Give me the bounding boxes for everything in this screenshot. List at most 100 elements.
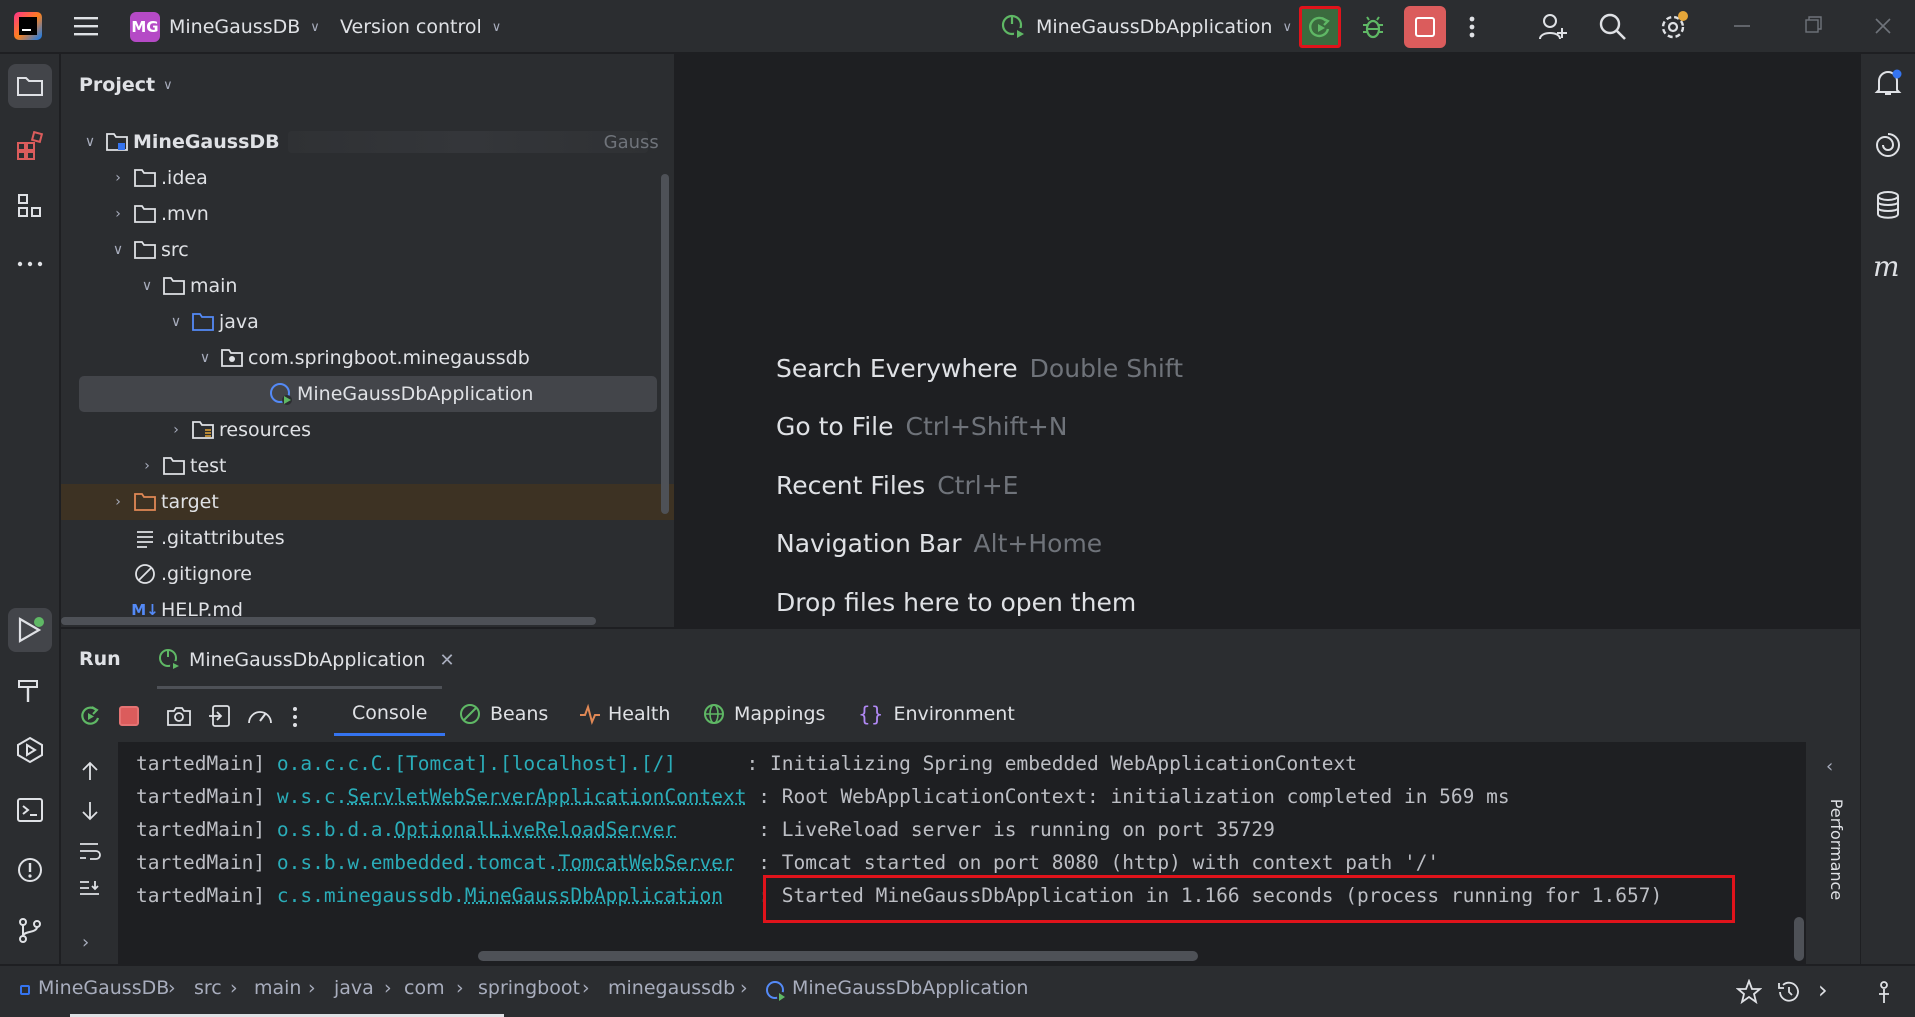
- status-bar: MineGaussDB › src › main › java › com › …: [0, 965, 1915, 1017]
- run-config-selector[interactable]: MineGaussDbApplication ∨: [1000, 11, 1292, 43]
- tree-item-gitignore[interactable]: .gitignore: [61, 556, 675, 592]
- tree-item-gitattributes[interactable]: .gitattributes: [61, 520, 675, 556]
- database-button[interactable]: [1873, 190, 1903, 220]
- tree-item-main-class[interactable]: MineGaussDbApplication: [79, 376, 657, 412]
- rerun-console-button[interactable]: [78, 704, 102, 728]
- breadcrumb-item[interactable]: com: [404, 977, 445, 999]
- vertical-scrollbar[interactable]: [661, 174, 669, 514]
- chevron-right-icon[interactable]: ›: [82, 932, 89, 953]
- wrap-icon: [78, 840, 102, 862]
- more-vertical-icon: [1462, 12, 1482, 42]
- breadcrumb-item[interactable]: src: [194, 977, 222, 999]
- updates-button[interactable]: [1776, 979, 1802, 1005]
- console-vertical-scrollbar[interactable]: [1794, 917, 1804, 961]
- logger-class-link[interactable]: OptionalLiveReloadServer: [394, 818, 676, 841]
- screenshot-button[interactable]: [166, 704, 192, 728]
- spring-boot-class-icon: [269, 382, 293, 406]
- tree-item-idea[interactable]: › .idea: [61, 160, 675, 196]
- tab-mappings[interactable]: Mappings: [702, 692, 825, 736]
- code-with-me-button[interactable]: [1538, 12, 1568, 42]
- restore-layout-button[interactable]: [207, 703, 233, 729]
- tree-item-target[interactable]: › target: [61, 484, 675, 520]
- scroll-down-button[interactable]: [80, 800, 100, 822]
- chevron-down-icon: ∨: [111, 242, 125, 258]
- minimize-button[interactable]: [1728, 14, 1758, 38]
- more-run-actions-button[interactable]: [288, 705, 302, 729]
- inspection-widget[interactable]: [1874, 979, 1894, 1005]
- chevron-left-icon[interactable]: ‹: [1826, 756, 1833, 777]
- project-view-selector[interactable]: Project ∨: [79, 74, 173, 96]
- chevron-right-icon[interactable]: ›: [1818, 976, 1828, 1004]
- logger-class-link[interactable]: MineGaussDbApplication: [465, 884, 723, 907]
- console-line: tartedMain] o.s.b.w.embedded.tomcat.Tomc…: [136, 851, 1439, 874]
- stop-button[interactable]: [1404, 6, 1446, 48]
- close-window-button[interactable]: [1868, 14, 1898, 38]
- scroll-up-button[interactable]: [80, 760, 100, 782]
- tree-item-package[interactable]: ∨ com.springboot.minegaussdb: [61, 340, 675, 376]
- vcs-widget[interactable]: Version control ∨: [340, 11, 501, 43]
- search-button[interactable]: [1598, 12, 1628, 42]
- tab-beans[interactable]: Beans: [458, 692, 548, 736]
- terminal-tool-button[interactable]: [8, 788, 52, 832]
- soft-wrap-button[interactable]: [78, 840, 102, 862]
- tree-item-src[interactable]: ∨ src: [61, 232, 675, 268]
- tree-item-java[interactable]: ∨ java: [61, 304, 675, 340]
- tab-health[interactable]: Health: [578, 692, 670, 736]
- problems-tool-button[interactable]: [8, 848, 52, 892]
- plugins-tool-button[interactable]: [8, 124, 52, 168]
- project-tool-button[interactable]: [8, 64, 52, 108]
- tree-item-test[interactable]: › test: [61, 448, 675, 484]
- breadcrumb-item[interactable]: MineGaussDbApplication: [792, 977, 1028, 999]
- tree-item-main[interactable]: ∨ main: [61, 268, 675, 304]
- run-tab[interactable]: MineGaussDbApplication ✕: [157, 642, 455, 678]
- tree-item-mvn[interactable]: › .mvn: [61, 196, 675, 232]
- maximize-button[interactable]: [1798, 14, 1828, 38]
- close-icon[interactable]: ✕: [439, 650, 454, 671]
- logger-class-link[interactable]: TomcatWebServer: [559, 851, 735, 874]
- structure-tool-button[interactable]: [8, 184, 52, 228]
- history-icon: [1776, 979, 1802, 1005]
- logger: o.a.c.c.C.[Tomcat].[localhost].[/]: [277, 752, 676, 775]
- tree-item-root[interactable]: ∨ MineGaussDB Gauss: [61, 124, 675, 160]
- logger-class-link[interactable]: ServletWebServerApplicationContext: [347, 785, 746, 808]
- horizontal-scrollbar[interactable]: [61, 617, 596, 625]
- stop-console-button[interactable]: [119, 706, 139, 726]
- more-tools-button[interactable]: [8, 242, 52, 286]
- debug-button[interactable]: [1356, 10, 1390, 44]
- chevron-down-icon: ∨: [198, 350, 212, 366]
- performance-label[interactable]: Performance: [1827, 799, 1846, 900]
- console-output[interactable]: tartedMain] o.a.c.c.C.[Tomcat].[localhos…: [118, 742, 1806, 964]
- favorites-button[interactable]: [1736, 979, 1762, 1005]
- breadcrumb-item[interactable]: main: [254, 977, 301, 999]
- breadcrumb-item[interactable]: MineGaussDB: [38, 977, 169, 999]
- profiler-button[interactable]: [246, 703, 274, 729]
- more-actions-button[interactable]: [1462, 12, 1482, 42]
- build-tool-button[interactable]: [8, 668, 52, 712]
- rerun-button[interactable]: [1299, 6, 1341, 48]
- tab-environment[interactable]: {} Environment: [858, 692, 1015, 736]
- ai-assistant-button[interactable]: [1873, 130, 1903, 160]
- ai-spiral-icon: [1873, 130, 1903, 160]
- stop-icon: [1415, 17, 1435, 37]
- git-tool-button[interactable]: [8, 908, 52, 952]
- exit-icon: [207, 703, 233, 729]
- logger: o.s.b.w.embedded.tomcat.: [277, 851, 559, 874]
- notifications-button[interactable]: [1873, 68, 1903, 98]
- services-tool-button[interactable]: [8, 728, 52, 772]
- breadcrumb-item[interactable]: minegaussdb: [608, 977, 735, 999]
- hint-action: Navigation Bar: [776, 529, 962, 558]
- main-menu-icon[interactable]: [74, 14, 100, 38]
- settings-button[interactable]: [1658, 10, 1690, 42]
- scroll-to-end-button[interactable]: [78, 878, 102, 900]
- tree-item-resources[interactable]: › resources: [61, 412, 675, 448]
- console-horizontal-scrollbar[interactable]: [478, 951, 1198, 961]
- run-tool-button[interactable]: [8, 608, 52, 652]
- maven-m-icon[interactable]: m: [1873, 250, 1903, 284]
- structure-icon: [16, 192, 44, 220]
- intellij-logo-icon[interactable]: [14, 12, 42, 40]
- chevron-down-icon: ∨: [83, 134, 97, 150]
- tab-console[interactable]: Console: [334, 692, 445, 736]
- project-switcher[interactable]: MG MineGaussDB ∨: [130, 11, 320, 43]
- breadcrumb-item[interactable]: java: [334, 977, 374, 999]
- breadcrumb-item[interactable]: springboot: [478, 977, 580, 999]
